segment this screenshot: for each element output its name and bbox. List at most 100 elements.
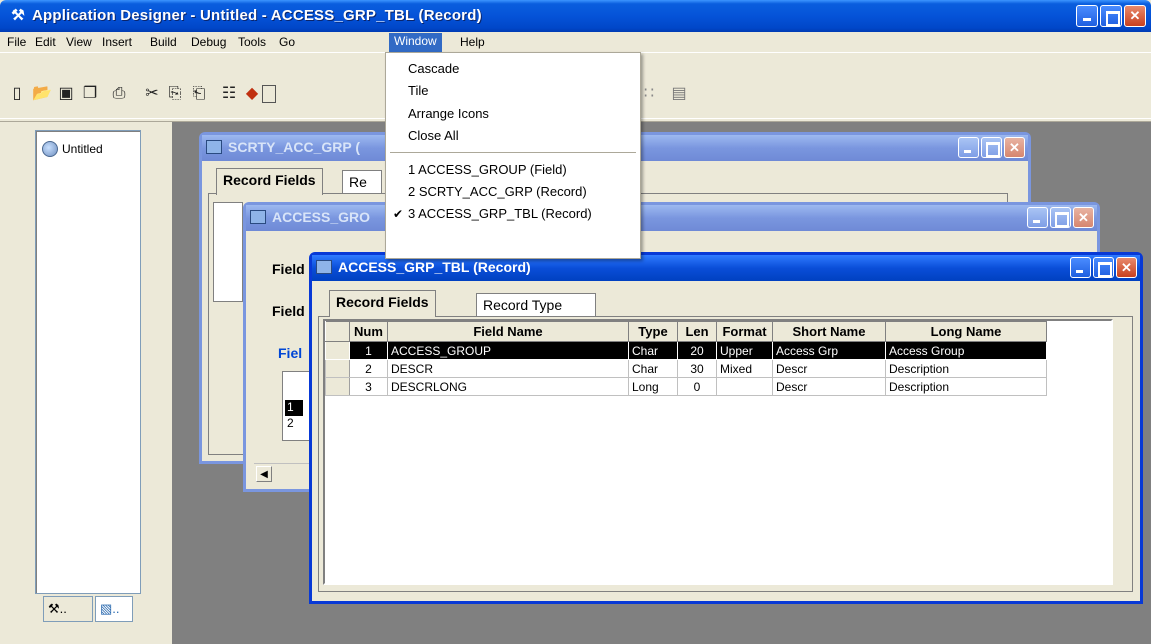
- maximize-button[interactable]: [1093, 257, 1114, 278]
- menu-item-window-1[interactable]: 1 ACCESS_GROUP (Field): [386, 159, 640, 181]
- print-icon[interactable]: ⎙: [110, 85, 128, 103]
- window-controls: ✕: [1076, 5, 1146, 27]
- cell-format: [716, 377, 773, 396]
- project-icon: [42, 141, 58, 157]
- cell-format: Upper: [716, 341, 773, 360]
- record-fields-grid[interactable]: Num Field Name Type Len Format Short Nam…: [323, 319, 1113, 585]
- maximize-button[interactable]: [1100, 5, 1122, 27]
- menu-item-tile[interactable]: Tile: [386, 80, 640, 102]
- menu-build[interactable]: Build: [145, 34, 182, 51]
- field-label: Field: [272, 303, 305, 319]
- maximize-button[interactable]: [1050, 207, 1071, 228]
- tree-item-root[interactable]: Untitled: [42, 141, 103, 157]
- project-workspace: Untitled ⚒.. ▧..: [7, 122, 167, 634]
- horizontal-scrollbar[interactable]: ◀: [254, 463, 314, 483]
- field-group-label: Fiel: [278, 345, 303, 361]
- record-icon: [250, 210, 266, 224]
- maximize-icon: [982, 138, 1001, 157]
- minimize-button[interactable]: [1027, 207, 1048, 228]
- cell-long-name: Description: [885, 377, 1047, 396]
- step-icon[interactable]: ∷: [640, 85, 658, 103]
- close-button[interactable]: ✕: [1124, 5, 1146, 27]
- close-button[interactable]: ✕: [1004, 137, 1025, 158]
- save-all-icon[interactable]: ❐: [81, 85, 99, 103]
- col-len[interactable]: Len: [677, 321, 717, 342]
- row-selector[interactable]: [325, 359, 350, 378]
- tab-development[interactable]: ⚒..: [43, 596, 93, 622]
- copy-icon[interactable]: ⎘: [166, 85, 184, 103]
- tab-record-fields[interactable]: Record Fields: [329, 290, 436, 317]
- close-button[interactable]: ✕: [1073, 207, 1094, 228]
- cell-num: 3: [349, 377, 388, 396]
- window-menu-dropdown: Cascade Tile Arrange Icons Close All 1 A…: [385, 52, 641, 259]
- row-selector[interactable]: [325, 377, 350, 396]
- cell-num: 2: [349, 359, 388, 378]
- minimize-icon: [1071, 258, 1090, 277]
- child-title: ACCESS_GRP_TBL (Record): [338, 259, 531, 275]
- child-window-access-grp-tbl[interactable]: ACCESS_GRP_TBL (Record) ✕ Record Fields …: [309, 252, 1143, 604]
- menu-view[interactable]: View: [61, 34, 97, 51]
- menu-help[interactable]: Help: [455, 34, 490, 51]
- row-selector[interactable]: [325, 341, 350, 360]
- maximize-icon: [1051, 208, 1070, 227]
- cell-format: Mixed: [716, 359, 773, 378]
- cell-field-name: DESCRLONG: [387, 377, 629, 396]
- minimize-button[interactable]: [1070, 257, 1091, 278]
- menu-tools[interactable]: Tools: [233, 34, 271, 51]
- child-title-bar[interactable]: ACCESS_GRO ✕: [246, 205, 1097, 231]
- cell-long-name: Access Group: [885, 341, 1047, 360]
- tab-record-type[interactable]: Record Type: [476, 293, 596, 317]
- maximize-button[interactable]: [981, 137, 1002, 158]
- menu-item-close-all[interactable]: Close All: [386, 125, 640, 147]
- col-format[interactable]: Format: [716, 321, 773, 342]
- cell-short-name: Descr: [772, 377, 886, 396]
- cut-icon[interactable]: ✂: [143, 85, 161, 103]
- minimize-button[interactable]: [1076, 5, 1098, 27]
- menu-item-window-2[interactable]: 2 SCRTY_ACC_GRP (Record): [386, 181, 640, 203]
- insert-icon[interactable]: ▤: [670, 85, 688, 103]
- table-row[interactable]: 3 DESCRLONG Long 0 Descr Description: [325, 377, 1047, 396]
- col-short-name[interactable]: Short Name: [772, 321, 886, 342]
- tab-record-fields[interactable]: Record Fields: [216, 168, 323, 195]
- cell-len: 30: [677, 359, 717, 378]
- table-row[interactable]: 2 DESCR Char 30 Mixed Descr Description: [325, 359, 1047, 378]
- record-fields-panel: Num Field Name Type Len Format Short Nam…: [318, 316, 1133, 592]
- tools-icon: ⚒: [11, 7, 25, 24]
- menu-item-cascade[interactable]: Cascade: [386, 58, 640, 80]
- col-long-name[interactable]: Long Name: [885, 321, 1047, 342]
- col-field-name[interactable]: Field Name: [387, 321, 629, 342]
- table-row[interactable]: 1 ACCESS_GROUP Char 20 Upper Access Grp …: [325, 341, 1047, 360]
- maximize-icon: [1101, 6, 1121, 26]
- fields-table: Num Field Name Type Len Format Short Nam…: [325, 321, 1047, 396]
- paste-icon[interactable]: ⎗: [190, 85, 208, 103]
- menu-edit[interactable]: Edit: [30, 34, 61, 51]
- col-type[interactable]: Type: [628, 321, 678, 342]
- menu-insert[interactable]: Insert: [97, 34, 137, 51]
- tab-upgrade[interactable]: ▧..: [95, 596, 133, 622]
- scroll-left-icon[interactable]: ◀: [256, 466, 272, 482]
- menu-go[interactable]: Go: [274, 34, 300, 51]
- open-icon[interactable]: 📂: [32, 85, 52, 103]
- mdi-workspace: SCRTY_ACC_GRP ( ✕ Record Fields Re ACCES…: [172, 122, 1151, 644]
- cell-len: 0: [677, 377, 717, 396]
- new-icon[interactable]: ▯: [8, 85, 26, 103]
- menu-window[interactable]: Window: [389, 33, 442, 52]
- cell-short-name: Access Grp: [772, 341, 886, 360]
- view-icon[interactable]: [262, 85, 276, 103]
- project-tree[interactable]: Untitled: [35, 130, 141, 594]
- menu-debug[interactable]: Debug: [186, 34, 231, 51]
- field-label: Field: [272, 261, 305, 277]
- minimize-button[interactable]: [958, 137, 979, 158]
- menu-item-window-3: 3 ACCESS_GRP_TBL (Record): [408, 206, 592, 221]
- menu-item-arrange-icons[interactable]: Arrange Icons: [386, 103, 640, 125]
- col-num[interactable]: Num: [349, 321, 388, 342]
- save-icon[interactable]: ▣: [57, 85, 75, 103]
- menu-file[interactable]: File: [2, 34, 31, 51]
- tab-record-type[interactable]: Re: [342, 170, 382, 194]
- close-button[interactable]: ✕: [1116, 257, 1137, 278]
- child-title: ACCESS_GRO: [272, 209, 371, 225]
- build-icon[interactable]: ◆: [243, 85, 261, 103]
- properties-icon[interactable]: ☷: [220, 85, 238, 103]
- main-title-bar[interactable]: ⚒ Application Designer - Untitled - ACCE…: [0, 0, 1151, 32]
- menu-item-window-3-row[interactable]: ✔ 3 ACCESS_GRP_TBL (Record): [386, 203, 640, 225]
